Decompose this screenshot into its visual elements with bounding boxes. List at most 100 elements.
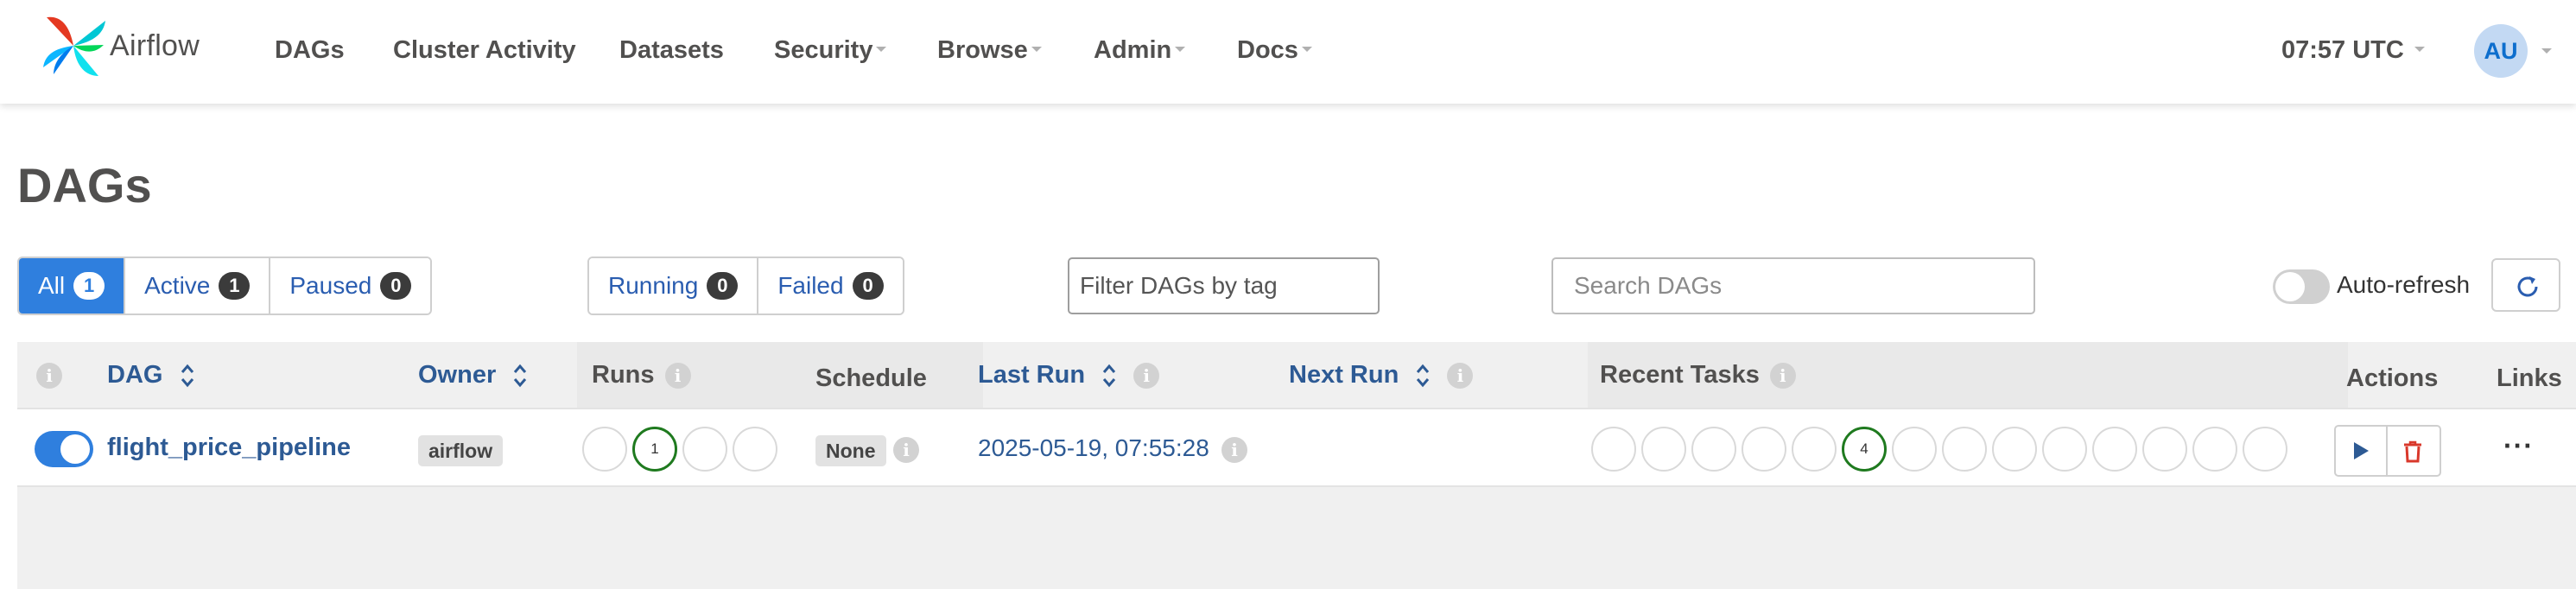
run-status-circle[interactable] — [582, 427, 627, 472]
task-status-circle[interactable] — [2092, 427, 2137, 472]
status-filter-group: All 1 Active 1 Paused 0 — [17, 256, 433, 315]
tag-filter-input[interactable] — [1068, 257, 1380, 314]
nav-cluster-activity[interactable]: Cluster Activity — [393, 36, 576, 64]
actions-group — [2334, 425, 2441, 477]
nav-label: Admin — [1094, 36, 1172, 64]
trash-icon — [2404, 440, 2421, 463]
task-status-circle[interactable] — [1591, 427, 1636, 472]
nav-dags[interactable]: DAGs — [275, 36, 345, 64]
chevron-down-icon[interactable] — [2541, 48, 2552, 54]
auto-refresh-toggle[interactable] — [2273, 269, 2330, 304]
nav-datasets[interactable]: Datasets — [619, 36, 724, 64]
nav-label: Browse — [937, 36, 1028, 64]
info-icon[interactable]: i — [1769, 363, 1796, 390]
task-status-circle[interactable] — [1641, 427, 1686, 472]
sort-icon — [181, 364, 194, 388]
dag-id-link[interactable]: flight_price_pipeline — [107, 434, 351, 462]
more-links-menu-icon[interactable]: ··· — [2503, 430, 2534, 462]
task-status-circle[interactable] — [1992, 427, 2037, 472]
play-icon — [2354, 442, 2369, 459]
last-run-link[interactable]: 2025-05-19, 07:55:28 — [978, 434, 1209, 462]
clock-text: 07:57 UTC — [2281, 36, 2404, 64]
chevron-down-icon — [876, 47, 887, 53]
run-status-circle[interactable] — [733, 427, 777, 472]
run-status-circle[interactable]: 1 — [632, 427, 677, 472]
airflow-logo-icon[interactable] — [41, 14, 109, 78]
info-icon[interactable]: i — [1133, 363, 1160, 390]
filter-label: Failed — [777, 272, 844, 299]
task-status-circle[interactable] — [2192, 427, 2237, 472]
toggle-knob — [2275, 272, 2305, 301]
nav-label: Docs — [1237, 36, 1298, 64]
count-badge: 0 — [380, 272, 412, 300]
table-row: flight_price_pipeline airflow 1 None i 2… — [17, 408, 2576, 487]
header-runs: Runs i — [592, 359, 691, 390]
schedule-tag: None — [815, 435, 886, 466]
nav-browse[interactable]: Browse — [937, 36, 1042, 64]
run-state-filter-group: Running 0 Failed 0 — [587, 256, 904, 315]
nav-docs[interactable]: Docs — [1237, 36, 1312, 64]
header-label: Links — [2497, 364, 2562, 392]
nav-admin[interactable]: Admin — [1094, 36, 1186, 64]
toggle-knob — [60, 434, 90, 464]
header-label: Owner — [418, 361, 497, 389]
header-label: Next Run — [1289, 361, 1399, 389]
user-avatar[interactable]: AU — [2474, 24, 2528, 78]
chevron-down-icon — [2414, 47, 2425, 53]
task-status-circle[interactable]: 4 — [1842, 427, 1887, 472]
nav-label: Datasets — [619, 36, 724, 64]
dag-pause-toggle[interactable] — [35, 431, 93, 467]
nav-label: DAGs — [275, 36, 345, 64]
task-status-circle[interactable] — [1792, 427, 1837, 472]
search-dags-input[interactable] — [1551, 257, 2035, 314]
brand-name[interactable]: Airflow — [110, 29, 200, 63]
count-badge: 0 — [707, 272, 739, 300]
info-icon[interactable]: i — [1221, 437, 1247, 463]
info-icon[interactable]: i — [1447, 363, 1474, 390]
delete-dag-button[interactable] — [2388, 427, 2440, 475]
dags-table: i DAG Owner Runs i Schedule Last Run i Ne… — [17, 342, 2576, 589]
header-label: Recent Tasks — [1600, 361, 1760, 389]
header-last-run[interactable]: Last Run i — [978, 359, 1160, 390]
filter-label: Paused — [289, 272, 372, 299]
header-label: DAG — [107, 361, 163, 389]
header-owner[interactable]: Owner — [418, 359, 527, 390]
count-badge: 1 — [219, 272, 251, 300]
header-recent-tasks: Recent Tasks i — [1600, 359, 1796, 390]
header-dag[interactable]: DAG — [107, 359, 194, 390]
filter-active-button[interactable]: Active 1 — [125, 258, 271, 314]
filter-label: All — [38, 272, 66, 299]
owner-tag[interactable]: airflow — [418, 435, 504, 466]
run-status-circle[interactable] — [682, 427, 727, 472]
header-next-run[interactable]: Next Run i — [1289, 359, 1474, 390]
header-label: Last Run — [978, 361, 1086, 389]
filter-running-button[interactable]: Running 0 — [589, 258, 759, 314]
task-status-circle[interactable] — [1892, 427, 1937, 472]
header-actions: Actions — [2346, 363, 2438, 394]
table-header: i DAG Owner Runs i Schedule Last Run i Ne… — [17, 342, 2576, 408]
header-label: Schedule — [815, 364, 927, 392]
chevron-down-icon — [1031, 47, 1042, 53]
top-navbar: Airflow DAGs Cluster Activity Datasets S… — [0, 0, 2576, 104]
sort-icon — [1417, 364, 1430, 388]
info-icon[interactable]: i — [664, 363, 691, 390]
info-icon[interactable]: i — [893, 437, 919, 463]
info-icon[interactable]: i — [36, 363, 62, 390]
header-info: i — [36, 359, 62, 390]
task-status-circle[interactable] — [2243, 427, 2287, 472]
task-status-circle[interactable] — [2042, 427, 2087, 472]
task-status-circle[interactable] — [1742, 427, 1786, 472]
refresh-button[interactable] — [2491, 258, 2560, 312]
task-status-circle[interactable] — [1691, 427, 1736, 472]
trigger-dag-button[interactable] — [2336, 427, 2388, 475]
timezone-clock[interactable]: 07:57 UTC — [2281, 36, 2425, 64]
count-badge: 1 — [73, 272, 105, 300]
refresh-icon — [2517, 276, 2538, 297]
header-label: Actions — [2346, 364, 2439, 392]
nav-security[interactable]: Security — [774, 36, 887, 64]
filter-failed-button[interactable]: Failed 0 — [758, 258, 903, 314]
filter-all-button[interactable]: All 1 — [19, 258, 126, 314]
task-status-circle[interactable] — [1942, 427, 1987, 472]
task-status-circle[interactable] — [2142, 427, 2187, 472]
filter-paused-button[interactable]: Paused 0 — [270, 258, 431, 314]
